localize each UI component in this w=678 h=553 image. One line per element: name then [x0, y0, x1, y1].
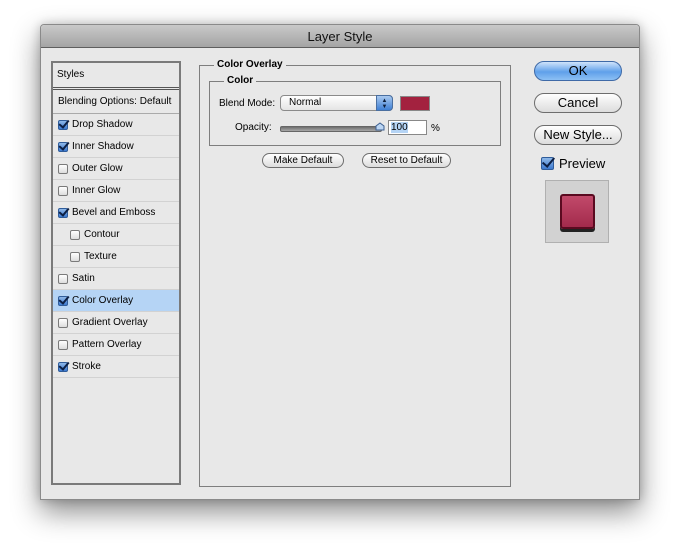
style-item-label: Outer Glow — [72, 163, 123, 174]
style-item-label: Texture — [84, 251, 117, 262]
styles-list: Styles Blending Options: Default Drop Sh… — [51, 61, 181, 485]
style-item-inner-shadow[interactable]: Inner Shadow — [53, 136, 179, 158]
preview-label: Preview — [559, 156, 606, 171]
style-checkbox[interactable] — [70, 251, 80, 262]
style-checkbox[interactable] — [58, 295, 68, 306]
opacity-value: 100 — [391, 122, 408, 133]
style-preview-thumbnail — [545, 180, 609, 243]
ok-button[interactable]: OK — [534, 61, 622, 81]
style-checkbox[interactable] — [58, 207, 68, 218]
preview-checkbox[interactable] — [541, 157, 554, 170]
reset-to-default-button[interactable]: Reset to Default — [362, 153, 451, 168]
style-item-stroke[interactable]: Stroke — [53, 356, 179, 378]
style-item-label: Gradient Overlay — [72, 317, 148, 328]
layer-style-dialog: Layer Style Styles Blending Options: Def… — [40, 24, 640, 500]
percent-sign: % — [431, 123, 440, 134]
styles-header[interactable]: Styles — [53, 63, 179, 90]
style-item-satin[interactable]: Satin — [53, 268, 179, 290]
style-checkbox[interactable] — [58, 339, 68, 350]
style-checkbox[interactable] — [58, 273, 68, 284]
cancel-button[interactable]: Cancel — [534, 93, 622, 113]
blending-options-label: Blending Options: Default — [58, 96, 172, 107]
style-item-texture[interactable]: Texture — [53, 246, 179, 268]
style-checkbox[interactable] — [58, 317, 68, 328]
style-item-label: Satin — [72, 273, 95, 284]
style-item-contour[interactable]: Contour — [53, 224, 179, 246]
blend-mode-label: Blend Mode: — [219, 98, 276, 109]
style-item-label: Bevel and Emboss — [72, 207, 156, 218]
opacity-slider[interactable] — [280, 126, 382, 132]
style-item-drop-shadow[interactable]: Drop Shadow — [53, 114, 179, 136]
style-item-gradient-overlay[interactable]: Gradient Overlay — [53, 312, 179, 334]
blending-options-item[interactable]: Blending Options: Default — [53, 90, 179, 114]
style-item-label: Inner Glow — [72, 185, 121, 196]
color-swatch[interactable] — [400, 96, 430, 111]
color-overlay-panel: Color Overlay Color Blend Mode: Normal ▲… — [199, 59, 511, 487]
preview-square — [560, 194, 595, 229]
style-item-outer-glow[interactable]: Outer Glow — [53, 158, 179, 180]
style-item-pattern-overlay[interactable]: Pattern Overlay — [53, 334, 179, 356]
color-group: Color Blend Mode: Normal ▲ ▼ Opacity: 100… — [209, 75, 501, 146]
style-item-label: Inner Shadow — [72, 141, 134, 152]
color-group-title: Color — [224, 75, 257, 87]
section-title: Color Overlay — [214, 59, 286, 71]
style-item-label: Drop Shadow — [72, 119, 133, 130]
style-item-label: Pattern Overlay — [72, 339, 142, 350]
preview-toggle[interactable]: Preview — [541, 156, 605, 171]
opacity-input[interactable]: 100 — [388, 120, 427, 135]
style-checkbox[interactable] — [58, 361, 68, 372]
style-checkbox[interactable] — [70, 229, 80, 240]
style-item-label: Stroke — [72, 361, 101, 372]
style-checkbox[interactable] — [58, 119, 68, 130]
style-checkbox[interactable] — [58, 141, 68, 152]
style-item-inner-glow[interactable]: Inner Glow — [53, 180, 179, 202]
window-title[interactable]: Layer Style — [41, 25, 639, 48]
slider-thumb-icon[interactable] — [375, 122, 385, 131]
make-default-button[interactable]: Make Default — [262, 153, 344, 168]
blend-mode-select[interactable]: Normal ▲ ▼ — [280, 95, 393, 111]
style-item-color-overlay[interactable]: Color Overlay — [53, 290, 179, 312]
blend-mode-value: Normal — [289, 97, 322, 108]
opacity-label: Opacity: — [235, 122, 272, 133]
updown-arrows-icon: ▲ ▼ — [376, 95, 393, 111]
style-checkbox[interactable] — [58, 163, 68, 174]
style-checkbox[interactable] — [58, 185, 68, 196]
new-style-button[interactable]: New Style... — [534, 125, 622, 145]
style-item-label: Color Overlay — [72, 295, 134, 306]
style-item-bevel-and-emboss[interactable]: Bevel and Emboss — [53, 202, 179, 224]
style-item-label: Contour — [84, 229, 120, 240]
